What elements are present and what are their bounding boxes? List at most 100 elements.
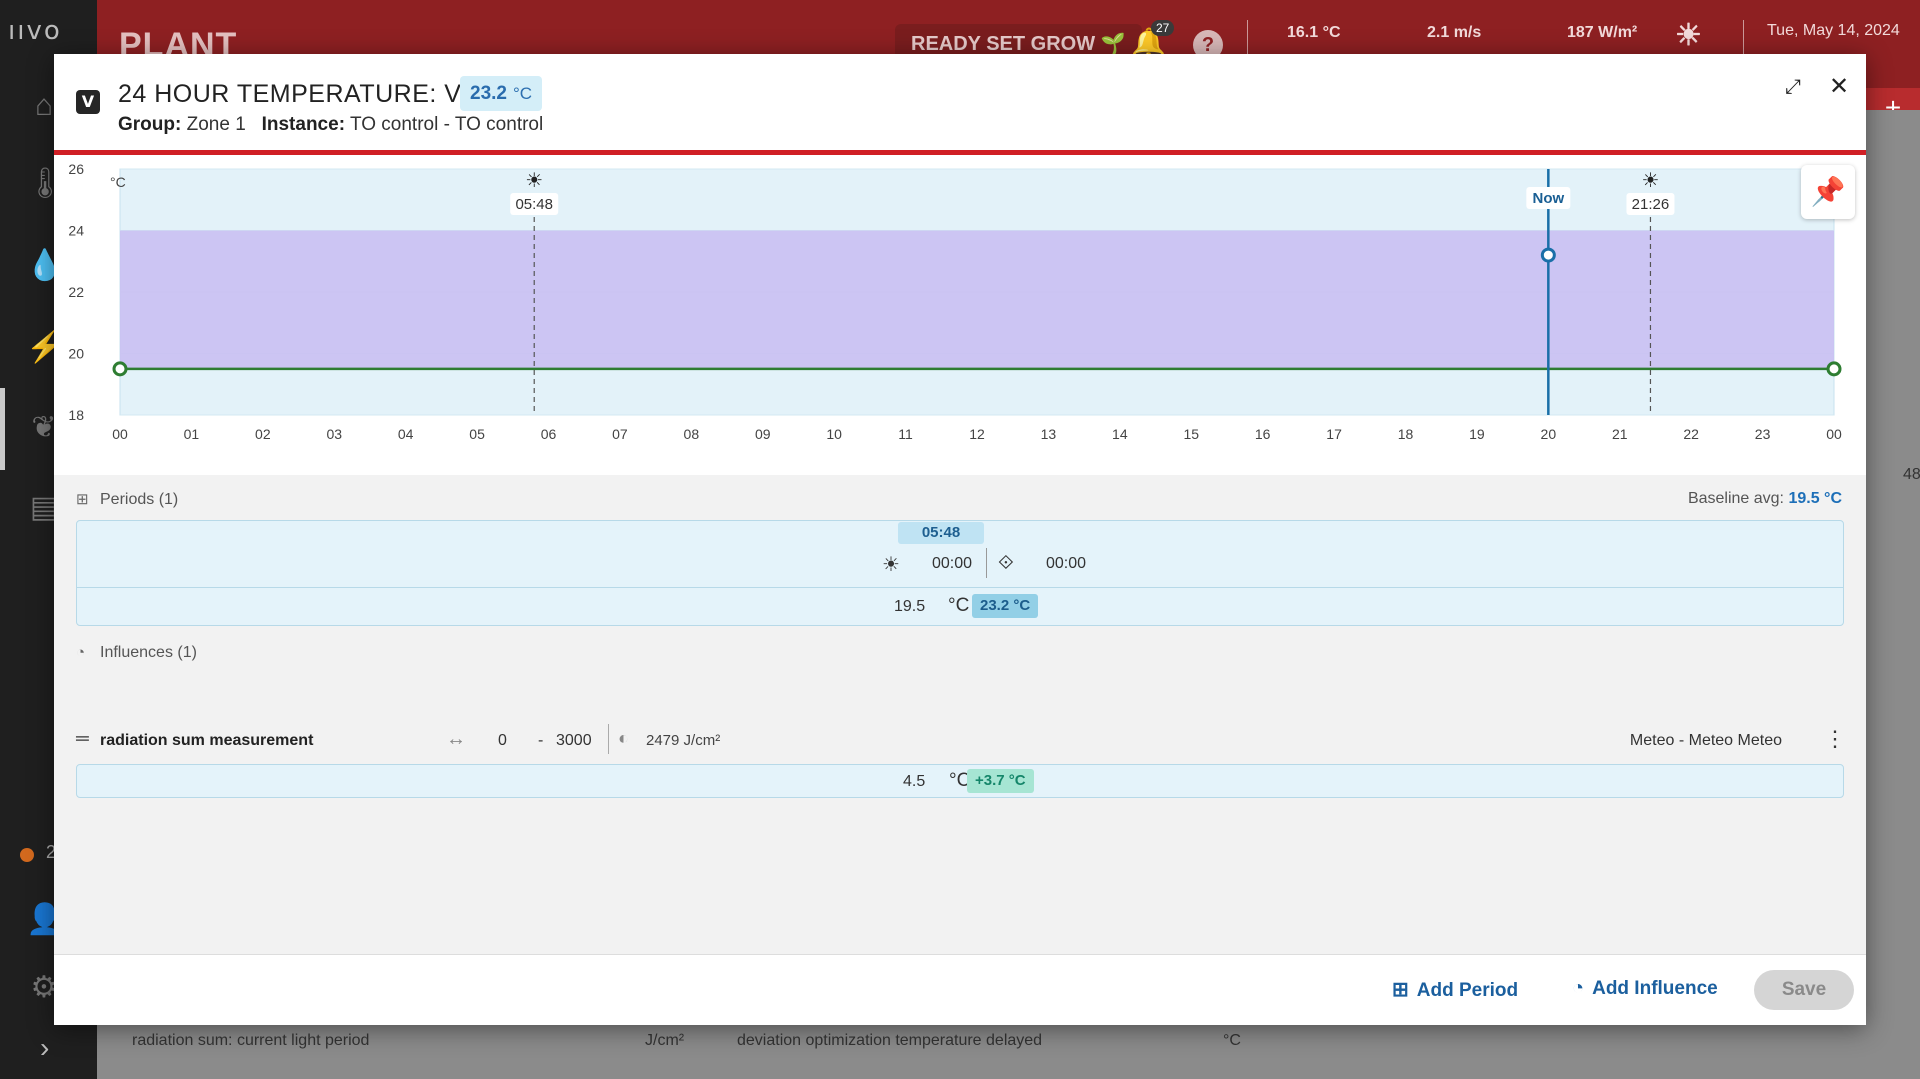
x-tick-label: 07	[612, 426, 628, 442]
hierarchy-icon: ⊞	[76, 491, 89, 508]
x-tick-label: 10	[826, 426, 842, 442]
measurement-value: 2479 J/cm²	[646, 732, 721, 749]
add-period-label: Add Period	[1416, 980, 1519, 1001]
instance-label: Instance:	[261, 114, 346, 135]
x-tick-label: 22	[1683, 426, 1699, 442]
instance-value: TO control - TO control	[349, 114, 544, 135]
y-tick-label: 18	[68, 407, 84, 423]
add-influence-button[interactable]: ◔ Add Influence	[1572, 977, 1718, 1000]
save-button[interactable]: Save	[1754, 970, 1854, 1010]
dialog-subtitle: Group: Zone 1 Instance: TO control - TO …	[118, 114, 543, 136]
x-tick-label: 21	[1612, 426, 1628, 442]
period-divider	[986, 548, 987, 578]
drag-handle-icon[interactable]: ═	[76, 728, 89, 749]
x-tick-label: 08	[684, 426, 700, 442]
influences-heading: ◔ Influences (1)	[76, 644, 197, 662]
period-time-tag: 05:48	[898, 522, 984, 544]
x-tick-label: 03	[326, 426, 342, 442]
period-start-time[interactable]: 00:00	[932, 555, 972, 573]
current-date: Tue, May 14, 2024	[1767, 22, 1900, 39]
x-tick-label: 15	[1183, 426, 1199, 442]
dialog-header: V 24 HOUR TEMPERATURE: VIP 23.2 °C Group:…	[54, 54, 1866, 155]
notification-count: 27	[1151, 20, 1175, 36]
temperature-chart[interactable]: 18 20 22 24 26 °C 00 01 02 03 04 05 06 07 08 09 10 11 12 13…	[54, 155, 1866, 475]
x-tick-label: 13	[1041, 426, 1057, 442]
type-badge: V	[76, 90, 100, 114]
outside-temperature: 16.1 °C	[1287, 24, 1341, 41]
active-nav-indicator	[0, 388, 5, 470]
x-tick-label: 12	[969, 426, 985, 442]
radiation-value: 187 W/m²	[1567, 24, 1638, 41]
x-tick-label: 16	[1255, 426, 1271, 442]
range-separator: -	[538, 732, 544, 749]
x-tick-label: 00	[1826, 426, 1842, 442]
sunset-label: 21:26	[1632, 196, 1670, 213]
setpoint-band	[120, 230, 1834, 369]
current-unit: °C	[512, 84, 533, 103]
x-tick-label: 17	[1326, 426, 1342, 442]
periods-heading: ⊞ Periods (1)	[76, 490, 178, 509]
x-tick-label: 05	[469, 426, 485, 442]
influences-heading-text: Influences (1)	[100, 644, 197, 661]
chart-svg: 18 20 22 24 26 °C 00 01 02 03 04 05 06 07 08 09 10 11 12 13…	[68, 161, 1842, 442]
now-label: Now	[1532, 190, 1564, 207]
period-offset-time[interactable]: 00:00	[1046, 555, 1086, 573]
dialog-footer: ⊞ Add Period ◔ Add Influence Save	[54, 954, 1866, 1025]
add-period-button[interactable]: ⊞ Add Period	[1392, 977, 1518, 1002]
x-tick-label: 14	[1112, 426, 1128, 442]
series-point	[1826, 361, 1842, 377]
expand-icon[interactable]: ⤢	[1780, 74, 1806, 100]
current-value-chip: 23.2 °C	[460, 76, 543, 111]
hierarchy-icon: ⊞	[1392, 979, 1409, 1001]
sunrise-icon: ☀	[882, 554, 900, 576]
y-tick-label: 22	[68, 284, 84, 300]
influence-icon: ◔	[76, 644, 86, 661]
period-result-chip: 23.2 °C	[972, 594, 1039, 618]
x-tick-label: 09	[755, 426, 771, 442]
y-tick-label: 26	[68, 161, 84, 177]
sprout-icon: 🌱	[1100, 33, 1126, 55]
period-timing-row: ☀ 00:00 ⟐ 00:00	[76, 546, 1844, 584]
add-influence-label: Add Influence	[1592, 978, 1718, 999]
sunset-icon: ☀	[1641, 170, 1659, 192]
more-vertical-icon[interactable]: ⋮	[1824, 726, 1846, 752]
background-row-unit: J/cm²	[645, 1032, 685, 1049]
background-clipped-text: 48:0	[1903, 466, 1920, 483]
now-point	[1540, 247, 1556, 263]
baseline-value: 19.5 °C	[1788, 490, 1842, 507]
x-tick-label: 18	[1398, 426, 1414, 442]
x-tick-label: 04	[398, 426, 414, 442]
y-tick-label: 20	[68, 346, 84, 362]
influence-card[interactable]: 4.5 °C +3.7 °C	[76, 764, 1844, 798]
period-unit: °C	[948, 595, 970, 616]
period-value-row: 19.5 °C 23.2 °C	[76, 587, 1844, 625]
close-icon[interactable]: ✕	[1826, 74, 1852, 100]
influence-delta-chip: +3.7 °C	[967, 769, 1034, 793]
period-value[interactable]: 19.5	[894, 598, 925, 616]
x-tick-label: 11	[898, 426, 913, 442]
dialog-title: 24 HOUR TEMPERATURE: VIP	[118, 80, 487, 108]
influence-value[interactable]: 4.5	[903, 773, 925, 791]
range-max[interactable]: 3000	[556, 732, 592, 750]
sunrise-label: 05:48	[515, 196, 553, 213]
x-tick-label: 00	[112, 426, 128, 442]
current-value: 23.2	[470, 83, 507, 104]
chevron-right-icon[interactable]: ›	[40, 1032, 49, 1064]
relative-offset-icon: ⟐	[998, 552, 1014, 574]
x-tick-label: 01	[184, 426, 200, 442]
background-row-unit: °C	[1223, 1032, 1241, 1049]
range-min[interactable]: 0	[498, 732, 507, 750]
app-logo: ııvo	[8, 16, 62, 46]
pin-icon[interactable]: 📌	[1801, 165, 1855, 219]
x-tick-label: 06	[541, 426, 557, 442]
wind-speed: 2.1 m/s	[1427, 24, 1482, 41]
sunrise-icon: ☀	[525, 170, 543, 192]
series-point	[112, 361, 128, 377]
influence-icon: ◔	[1572, 977, 1585, 999]
measurement-icon: ◐	[618, 728, 629, 748]
y-unit-label: °C	[110, 174, 126, 190]
influence-divider	[608, 724, 609, 754]
x-tick-label: 23	[1755, 426, 1771, 442]
status-dot	[20, 848, 34, 862]
range-arrows-icon: ↔	[446, 728, 466, 750]
